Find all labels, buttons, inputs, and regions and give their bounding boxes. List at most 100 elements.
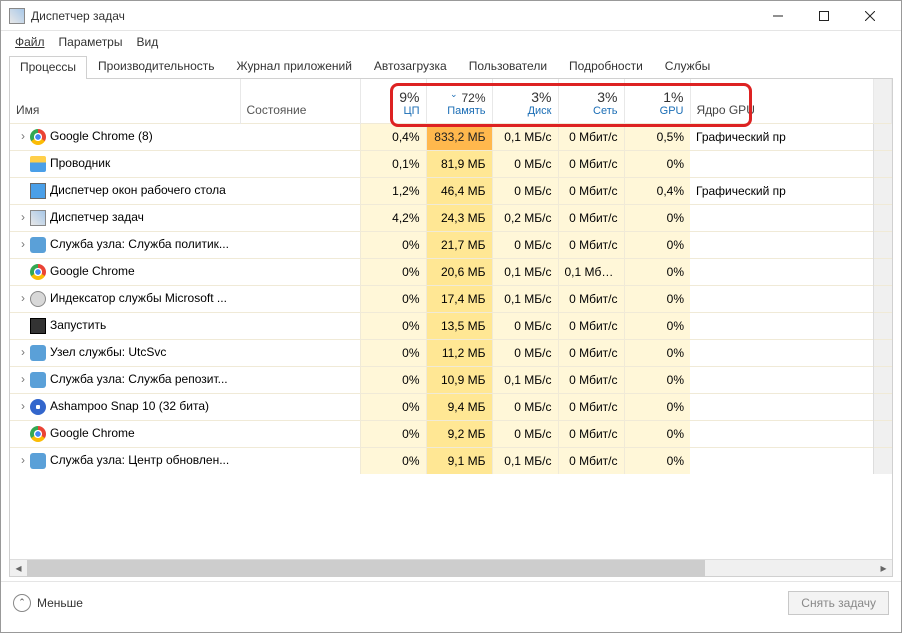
col-network[interactable]: 3% Сеть [558, 79, 624, 123]
disk-cell: 0 МБ/с [492, 231, 558, 258]
gpu-cell: 0% [624, 393, 690, 420]
tab-services[interactable]: Службы [654, 55, 721, 78]
table-row[interactable]: ›Служба узла: Служба политик...0%21,7 МБ… [10, 231, 892, 258]
memory-cell: 21,7 МБ [426, 231, 492, 258]
status-cell [240, 150, 360, 177]
gpu-engine-cell [690, 258, 874, 285]
col-gpu-engine[interactable]: Ядро GPU [690, 79, 874, 123]
maximize-button[interactable] [801, 1, 847, 31]
table-row[interactable]: Google Chrome0%20,6 МБ0,1 МБ/с0,1 Мбит/с… [10, 258, 892, 285]
vscroll-cell[interactable] [874, 123, 892, 150]
disk-label: Диск [499, 105, 552, 117]
menu-options[interactable]: Параметры [53, 33, 129, 51]
process-name: Ashampoo Snap 10 (32 бита) [50, 399, 209, 413]
col-gpu[interactable]: 1% GPU [624, 79, 690, 123]
network-cell: 0 Мбит/с [558, 447, 624, 474]
tabs: Процессы Производительность Журнал прило… [9, 55, 893, 79]
vscroll-cell [874, 258, 892, 285]
vscroll-cell [874, 204, 892, 231]
network-cell: 0 Мбит/с [558, 150, 624, 177]
app-icon [9, 8, 25, 24]
tab-users[interactable]: Пользователи [458, 55, 558, 78]
titlebar: Диспетчер задач [1, 1, 901, 31]
status-cell [240, 447, 360, 474]
process-icon [30, 453, 46, 469]
network-cell: 0 Мбит/с [558, 393, 624, 420]
menu-view[interactable]: Вид [130, 33, 164, 51]
expand-icon[interactable]: › [16, 237, 30, 251]
table-row[interactable]: ›Служба узла: Центр обновлен...0%9,1 МБ0… [10, 447, 892, 474]
vscroll-cell [874, 393, 892, 420]
scroll-left-icon[interactable]: ◂ [10, 560, 27, 577]
gpu-engine-cell [690, 366, 874, 393]
minimize-button[interactable] [755, 1, 801, 31]
gpu-engine-cell [690, 339, 874, 366]
gpu-engine-cell [690, 420, 874, 447]
gpu-engine-cell [690, 447, 874, 474]
table-row[interactable]: Диспетчер окон рабочего стола1,2%46,4 МБ… [10, 177, 892, 204]
table-row[interactable]: ›Ashampoo Snap 10 (32 бита)0%9,4 МБ0 МБ/… [10, 393, 892, 420]
disk-cell: 0 МБ/с [492, 339, 558, 366]
horizontal-scrollbar[interactable]: ◂ ▸ [10, 559, 892, 576]
expand-icon[interactable]: › [16, 210, 30, 224]
col-disk[interactable]: 3% Диск [492, 79, 558, 123]
footer: ⌃ Меньше Снять задачу [1, 581, 901, 623]
table-row[interactable]: ›Служба узла: Служба репозит...0%10,9 МБ… [10, 366, 892, 393]
network-cell: 0 Мбит/с [558, 177, 624, 204]
expand-icon[interactable]: › [16, 345, 30, 359]
col-cpu[interactable]: 9% ЦП [360, 79, 426, 123]
expand-icon[interactable]: › [16, 453, 30, 467]
tab-apphistory[interactable]: Журнал приложений [226, 55, 363, 78]
memory-cell: 833,2 МБ [426, 123, 492, 150]
expand-icon[interactable]: › [16, 291, 30, 305]
scroll-thumb[interactable] [27, 560, 705, 577]
memory-cell: 81,9 МБ [426, 150, 492, 177]
col-name[interactable]: Имя [10, 79, 240, 123]
table-row[interactable]: Google Chrome0%9,2 МБ0 МБ/с0 Мбит/с0% [10, 420, 892, 447]
fewer-label: Меньше [37, 596, 83, 610]
end-task-button[interactable]: Снять задачу [788, 591, 889, 615]
table-row[interactable]: ›Диспетчер задач4,2%24,3 МБ0,2 МБ/с0 Мби… [10, 204, 892, 231]
table-row[interactable]: Запустить0%13,5 МБ0 МБ/с0 Мбит/с0% [10, 312, 892, 339]
col-memory[interactable]: ⌄ 72% Память [426, 79, 492, 123]
disk-cell: 0 МБ/с [492, 312, 558, 339]
table-row[interactable]: Проводник0,1%81,9 МБ0 МБ/с0 Мбит/с0% [10, 150, 892, 177]
gpu-engine-cell: Графический пр [690, 177, 874, 204]
tab-performance[interactable]: Производительность [87, 55, 225, 78]
process-name: Google Chrome [50, 426, 135, 440]
tab-processes[interactable]: Процессы [9, 56, 87, 79]
process-name: Диспетчер окон рабочего стола [50, 183, 226, 197]
col-status[interactable]: Состояние [240, 79, 360, 123]
close-button[interactable] [847, 1, 893, 31]
minimize-icon [773, 11, 783, 21]
process-icon [30, 426, 46, 442]
table-row[interactable]: ›Индексатор службы Microsoft ...0%17,4 М… [10, 285, 892, 312]
disk-cell: 0,1 МБ/с [492, 447, 558, 474]
expand-icon[interactable]: › [16, 129, 30, 143]
table-row[interactable]: ›Узел службы: UtcSvc0%11,2 МБ0 МБ/с0 Мби… [10, 339, 892, 366]
tab-details[interactable]: Подробности [558, 55, 654, 78]
cpu-cell: 0,1% [360, 150, 426, 177]
expand-icon[interactable]: › [16, 372, 30, 386]
close-icon [865, 11, 875, 21]
process-icon [30, 183, 46, 199]
disk-cell: 0 МБ/с [492, 150, 558, 177]
process-name: Диспетчер задач [50, 210, 144, 224]
menu-file[interactable]: Файл [9, 33, 51, 51]
fewer-details-button[interactable]: ⌃ Меньше [13, 594, 83, 612]
process-name: Служба узла: Центр обновлен... [50, 453, 229, 467]
memory-cell: 10,9 МБ [426, 366, 492, 393]
gpu-engine-cell [690, 393, 874, 420]
cpu-cell: 0% [360, 366, 426, 393]
gpu-label: GPU [631, 105, 684, 117]
process-icon [30, 399, 46, 415]
gpu-engine-cell [690, 285, 874, 312]
status-cell [240, 123, 360, 150]
expand-icon[interactable]: › [16, 399, 30, 413]
gpu-engine-cell [690, 204, 874, 231]
status-cell [240, 420, 360, 447]
tab-startup[interactable]: Автозагрузка [363, 55, 458, 78]
scroll-right-icon[interactable]: ▸ [875, 560, 892, 577]
scroll-track[interactable] [27, 560, 875, 577]
table-row[interactable]: ›Google Chrome (8)0,4%833,2 МБ0,1 МБ/с0 … [10, 123, 892, 150]
